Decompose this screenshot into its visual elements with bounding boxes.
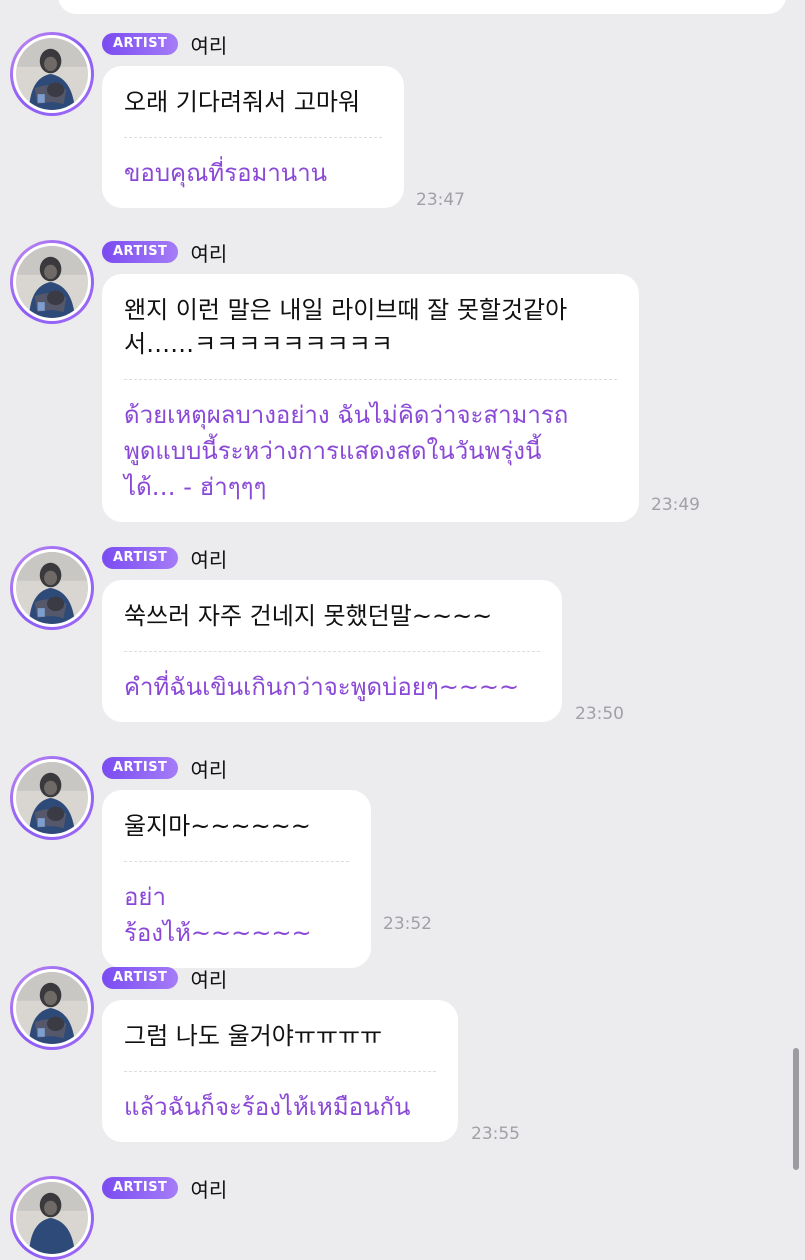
sender-name: 여리	[190, 757, 228, 782]
message-header: ARTIST 여리	[102, 240, 228, 266]
message-header: ARTIST 여리	[102, 966, 228, 992]
scrollbar[interactable]	[793, 1048, 799, 1170]
avatar[interactable]	[10, 32, 94, 116]
avatar[interactable]	[10, 966, 94, 1050]
sender-name: 여리	[190, 547, 228, 572]
message-text: 그럼 나도 울거야ㅠㅠㅠㅠ	[124, 1022, 383, 1050]
translation-text: ด้วยเหตุผลบางอย่าง ฉันไม่คิดว่าจะสามารถ …	[124, 401, 569, 501]
artist-profile-photo-icon	[16, 972, 88, 1044]
message-bubble[interactable]: 울지마~~~~~~ อย่าร้องไห้~~~~~~	[102, 790, 371, 968]
message-bubble[interactable]: 쑥쓰러 자주 건네지 못했던말~~~~ คำที่ฉันเขินเกินกว่า…	[102, 580, 562, 722]
message-timestamp: 23:55	[471, 1124, 520, 1144]
artist-badge: ARTIST	[102, 33, 179, 55]
translation-text: อย่าร้องไห้~~~~~~	[124, 883, 312, 947]
artist-badge: ARTIST	[102, 547, 179, 569]
message-text: 쑥쓰러 자주 건네지 못했던말~~~~	[124, 602, 493, 630]
message-timestamp: 23:47	[416, 190, 465, 210]
translation-text: คำที่ฉันเขินเกินกว่าจะพูดบ่อยๆ~~~~	[124, 673, 520, 701]
message-bubble[interactable]: 오래 기다려줘서 고마워 ขอบคุณที่รอมานาน	[102, 66, 404, 208]
artist-badge: ARTIST	[102, 967, 179, 989]
artist-profile-photo-icon	[16, 552, 88, 624]
sender-name: 여리	[190, 967, 228, 992]
message-text: 울지마~~~~~~	[124, 812, 311, 840]
artist-badge: ARTIST	[102, 757, 179, 779]
previous-message-bubble	[58, 0, 786, 14]
message-bubble[interactable]: 왠지 이런 말은 내일 라이브때 잘 못할것같아 서……ㅋㅋㅋㅋㅋㅋㅋㅋㅋ ด้…	[102, 274, 639, 522]
artist-profile-photo-icon	[16, 246, 88, 318]
message-header: ARTIST 여리	[102, 756, 228, 782]
message-header: ARTIST 여리	[102, 32, 228, 58]
artist-badge: ARTIST	[102, 1177, 179, 1199]
translation-text: ขอบคุณที่รอมานาน	[124, 159, 328, 187]
artist-badge: ARTIST	[102, 241, 179, 263]
message-text: 왠지 이런 말은 내일 라이브때 잘 못할것같아 서……ㅋㅋㅋㅋㅋㅋㅋㅋㅋ	[124, 296, 568, 358]
artist-profile-photo-icon	[16, 762, 88, 834]
chat-message: ARTIST 여리 왠지 이런 말은 내일 라이브때 잘 못할것같아 서……ㅋㅋ…	[0, 240, 805, 522]
message-header: ARTIST 여리	[102, 546, 228, 572]
sender-name: 여리	[190, 33, 228, 58]
avatar[interactable]	[10, 756, 94, 840]
artist-profile-photo-icon	[16, 38, 88, 110]
message-bubble[interactable]: 그럼 나도 울거야ㅠㅠㅠㅠ แล้วฉันก็จะร้องไห้เหมือนกั…	[102, 1000, 458, 1142]
chat-message: ARTIST 여리 울지마~~~~~~ อย่าร้องไห้~~~~~~ 23…	[0, 756, 805, 968]
avatar[interactable]	[10, 240, 94, 324]
sender-name: 여리	[190, 241, 228, 266]
message-timestamp: 23:52	[383, 914, 432, 934]
artist-profile-photo-icon	[16, 1182, 88, 1254]
avatar[interactable]	[10, 1176, 94, 1260]
avatar[interactable]	[10, 546, 94, 630]
sender-name: 여리	[190, 1177, 228, 1202]
message-timestamp: 23:49	[651, 495, 700, 515]
chat-message: ARTIST 여리 오래 기다려줘서 고마워 ขอบคุณที่รอมานาน …	[0, 32, 805, 222]
translation-text: แล้วฉันก็จะร้องไห้เหมือนกัน	[124, 1093, 411, 1121]
chat-message: ARTIST 여리 그럼 나도 울거야ㅠㅠㅠㅠ แล้วฉันก็จะร้องไ…	[0, 966, 805, 1156]
message-text: 오래 기다려줘서 고마워	[124, 88, 361, 116]
chat-message: ARTIST 여리 쑥쓰러 자주 건네지 못했던말~~~~ คำที่ฉันเข…	[0, 546, 805, 736]
chat-message: ARTIST 여리	[0, 1176, 805, 1260]
message-timestamp: 23:50	[575, 704, 624, 724]
message-header: ARTIST 여리	[102, 1176, 228, 1202]
